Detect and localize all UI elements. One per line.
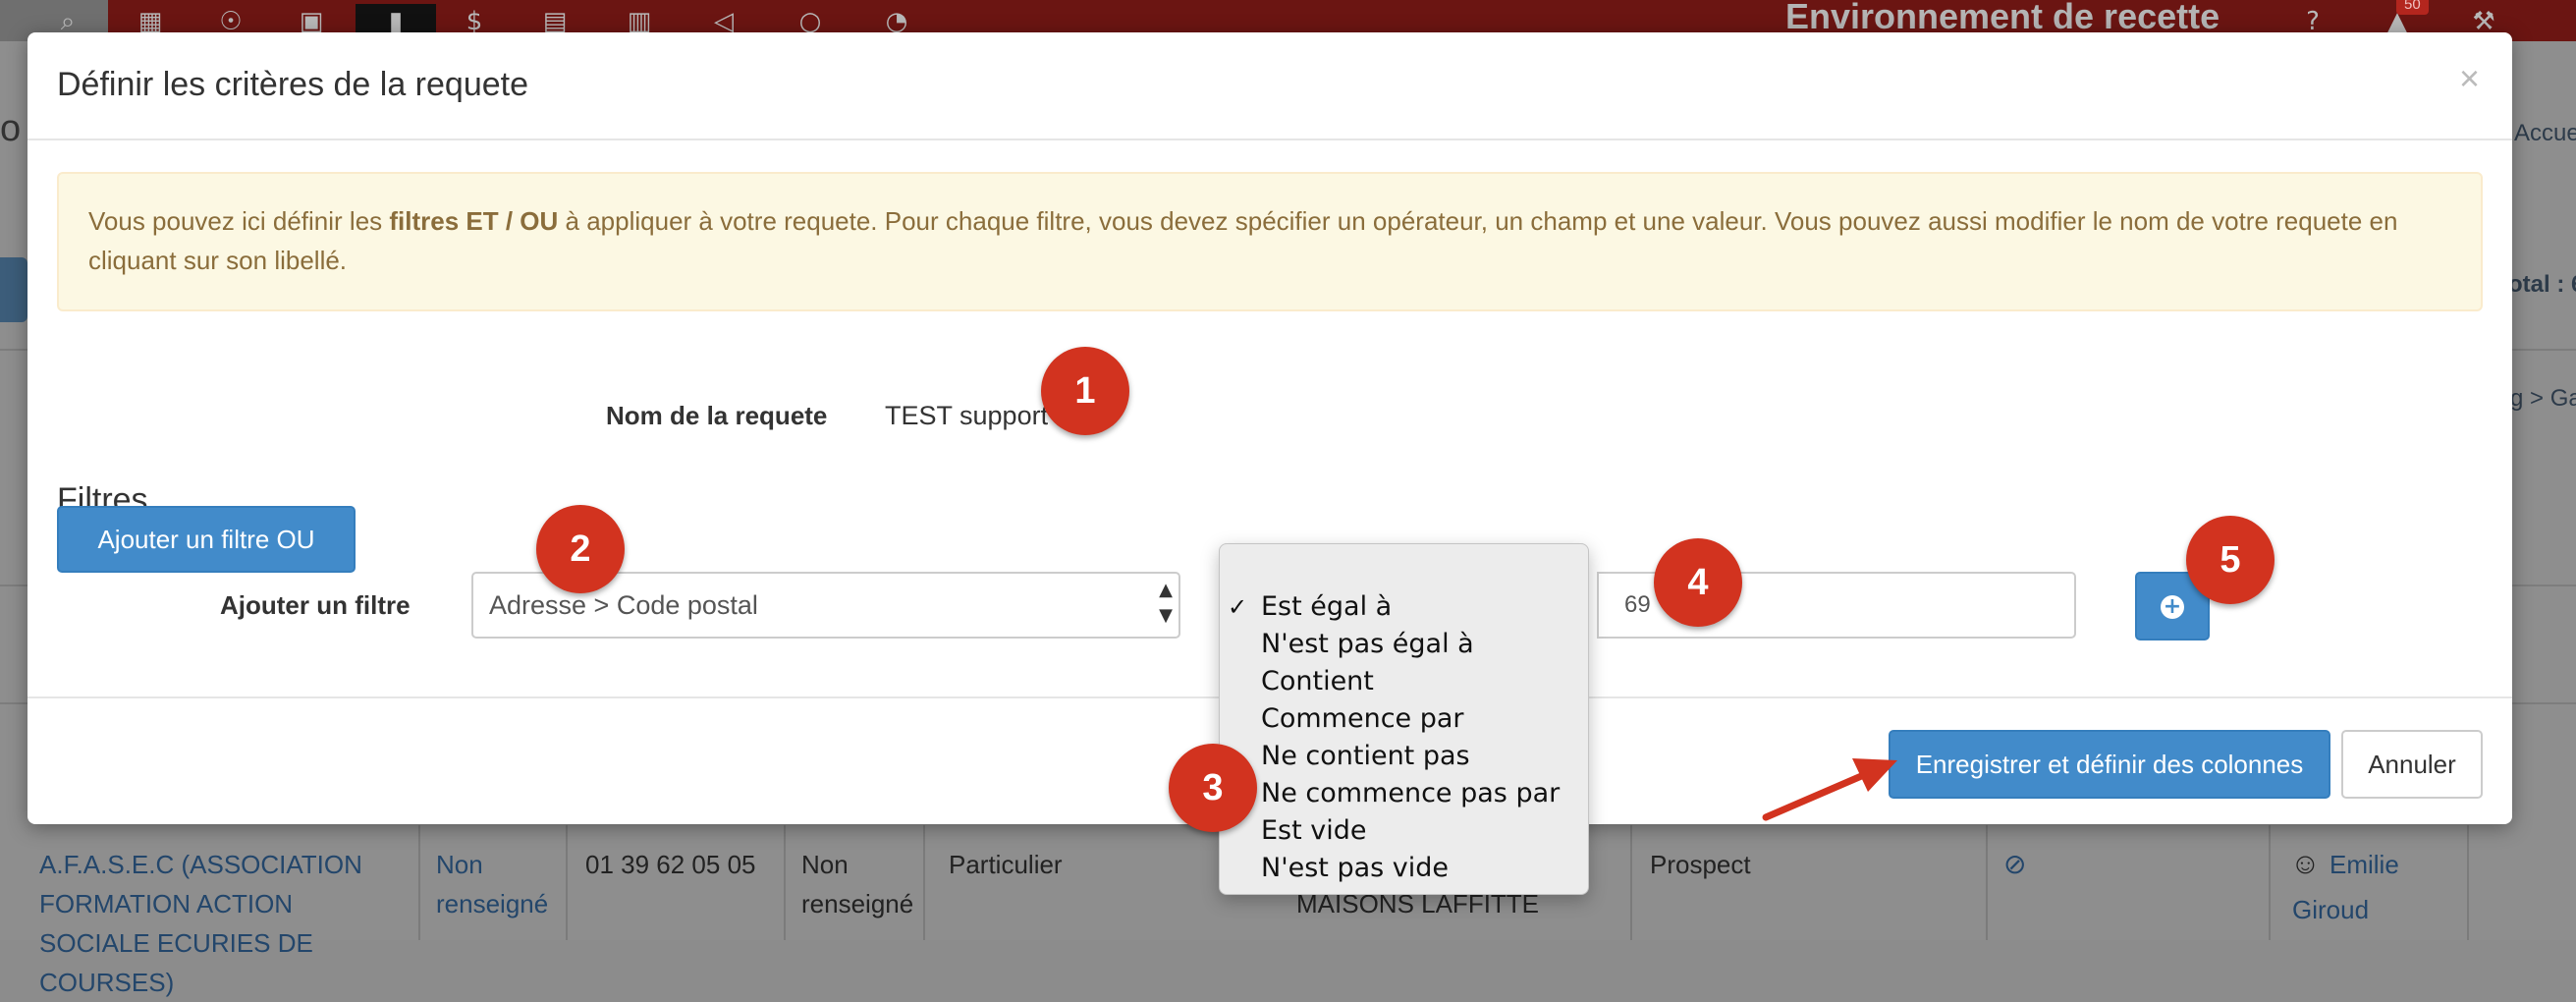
- divider: [418, 825, 420, 940]
- query-name-label: Nom de la requete: [606, 401, 828, 430]
- annotation-badge-1: 1: [1041, 347, 1129, 435]
- operator-option[interactable]: N'est pas égal à: [1220, 626, 1588, 663]
- operator-dropdown-menu[interactable]: ✓ Est égal à N'est pas égal à Contient C…: [1219, 543, 1589, 895]
- side-tab[interactable]: [0, 257, 27, 322]
- company-name-link[interactable]: A.F.A.S.E.C (ASSOCIATION FORMATION ACTIO…: [39, 845, 403, 1002]
- divider: [566, 825, 568, 940]
- alert-text-start: Vous pouvez ici définir les: [88, 206, 390, 236]
- breadcrumb-home[interactable]: Accuei: [2514, 120, 2576, 147]
- info-alert: Vous pouvez ici définir les filtres ET /…: [57, 172, 2483, 311]
- cell-phone: 01 39 62 05 05: [585, 850, 756, 879]
- modal-title: Définir les critères de la requete: [57, 66, 529, 103]
- cell-not-provided: Non renseigné: [801, 850, 914, 918]
- cell-type: Particulier: [949, 850, 1063, 879]
- checkmark-icon: ✓: [1228, 593, 1248, 621]
- ban-icon[interactable]: ⊘: [2003, 845, 2026, 884]
- annotation-badge-4: 4: [1654, 538, 1742, 627]
- user-icon: ☺: [2290, 848, 2321, 880]
- total-count: otal : 6: [2508, 271, 2576, 298]
- divider: [2467, 825, 2469, 940]
- add-filter-label: Ajouter un filtre: [220, 590, 411, 620]
- cancel-button[interactable]: Annuler: [2341, 730, 2483, 799]
- divider: [923, 825, 925, 940]
- cell-status: Prospect: [1650, 850, 1751, 879]
- operator-option[interactable]: Contient: [1220, 663, 1588, 700]
- operator-option[interactable]: Ne contient pas: [1220, 738, 1588, 775]
- annotation-arrow-icon: [1762, 758, 1897, 821]
- add-or-filter-button[interactable]: Ajouter un filtre OU: [57, 506, 356, 573]
- operator-option[interactable]: N'est pas vide: [1220, 850, 1588, 887]
- operator-option[interactable]: Est vide: [1220, 812, 1588, 850]
- header-divider: [27, 139, 2512, 140]
- page-heading-fragment: o: [0, 108, 22, 149]
- field-select-value: Adresse > Code postal: [489, 590, 758, 620]
- annotation-badge-5: 5: [2186, 516, 2275, 604]
- save-and-define-columns-button[interactable]: Enregistrer et définir des colonnes: [1889, 730, 2330, 799]
- operator-option[interactable]: ✓ Est égal à: [1220, 588, 1588, 626]
- breadcrumb-fragment[interactable]: g > Ga: [2510, 385, 2576, 413]
- annotation-badge-3: 3: [1169, 744, 1257, 832]
- divider: [784, 825, 786, 940]
- cell-not-provided[interactable]: Non renseigné: [436, 845, 554, 923]
- operator-option[interactable]: Commence par: [1220, 700, 1588, 738]
- query-name-value[interactable]: TEST support: [885, 401, 1048, 431]
- plus-circle-icon: +: [2161, 594, 2184, 619]
- alert-text-bold: filtres ET / OU: [389, 206, 559, 236]
- owner-last-name[interactable]: Giroud: [2292, 890, 2369, 929]
- notification-count-badge: 50: [2396, 0, 2429, 15]
- operator-option-label: Est égal à: [1261, 591, 1393, 622]
- close-icon[interactable]: ×: [2459, 58, 2480, 99]
- operator-option[interactable]: Ne commence pas par: [1220, 775, 1588, 812]
- divider: [1630, 825, 1632, 940]
- owner-first-name[interactable]: Emilie: [2329, 845, 2399, 884]
- annotation-badge-2: 2: [536, 505, 625, 593]
- divider: [1986, 825, 1988, 940]
- divider: [2269, 825, 2271, 940]
- select-arrows-icon: ▲ ▼: [1159, 580, 1173, 626]
